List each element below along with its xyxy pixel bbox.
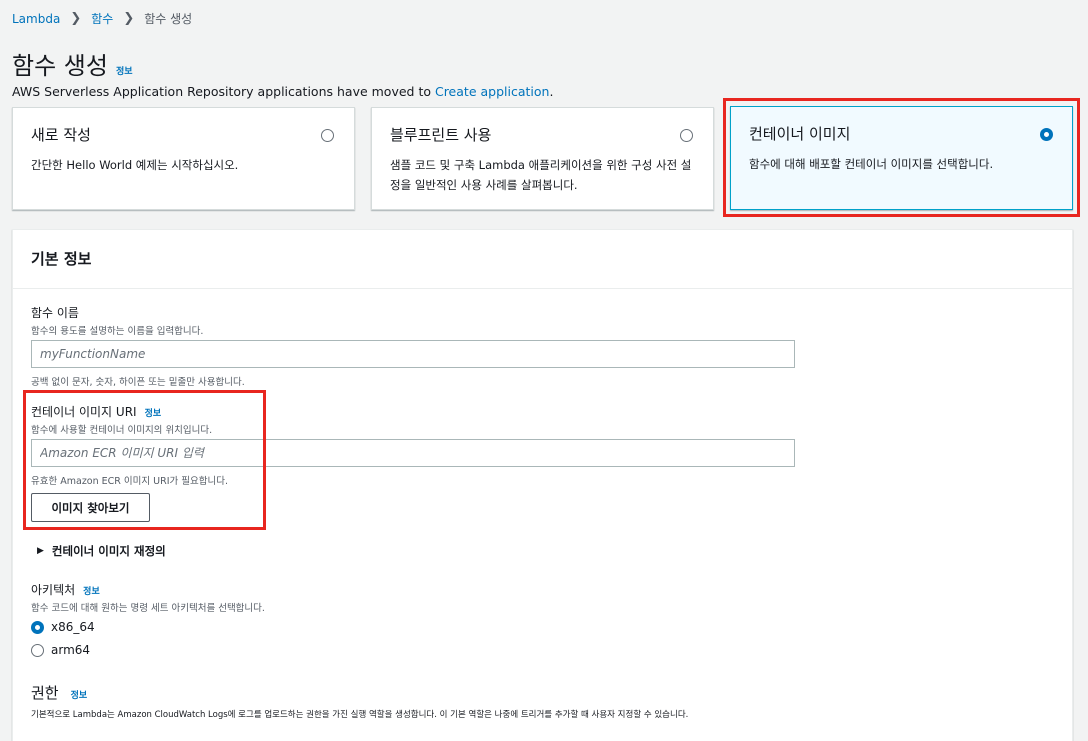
- function-name-desc: 함수의 용도를 설명하는 이름을 입력합니다.: [31, 326, 204, 337]
- title-info-link[interactable]: 정보: [116, 64, 133, 77]
- architecture-option-label: x86_64: [51, 620, 95, 634]
- function-name-label: 함수 이름: [31, 306, 79, 320]
- expander-label: 컨테이너 이미지 재정의: [51, 544, 166, 558]
- breadcrumb-lambda[interactable]: Lambda: [12, 12, 60, 26]
- option-radio-selected[interactable]: [1040, 128, 1053, 141]
- radio-unselected[interactable]: [31, 643, 44, 657]
- image-uri-desc: 함수에 사용할 컨테이너 이미지의 위치입니다.: [31, 425, 213, 436]
- function-name-hint: 공백 없이 문자, 숫자, 하이픈 또는 밑줄만 사용합니다.: [31, 377, 245, 388]
- image-uri-label-text: 컨테이너 이미지 URI: [31, 405, 137, 419]
- chevron-right-icon: ❯: [70, 11, 82, 26]
- image-uri-info-link[interactable]: 정보: [145, 406, 162, 419]
- page-title-text: 함수 생성: [12, 52, 108, 80]
- option-desc: 함수에 대해 배포할 컨테이너 이미지를 선택합니다.: [749, 157, 994, 171]
- option-desc: 샘플 코드 및 구축 Lambda 애플리케이션을 위한 구성 사전 설정을 일…: [390, 158, 692, 192]
- architecture-desc: 함수 코드에 대해 원하는 명령 세트 아키텍처를 선택합니다.: [31, 603, 265, 614]
- chevron-right-icon: ❯: [123, 11, 135, 26]
- container-image-override-expander[interactable]: ▶ 컨테이너 이미지 재정의: [37, 543, 166, 559]
- breadcrumb-current: 함수 생성: [144, 12, 193, 26]
- option-radio[interactable]: [680, 129, 693, 142]
- option-radio[interactable]: [321, 129, 334, 142]
- option-title: 새로 작성: [31, 126, 91, 144]
- page-title: 함수 생성 정보: [12, 46, 133, 81]
- architecture-option-arm64[interactable]: arm64: [31, 643, 90, 657]
- moved-note-text: AWS Serverless Application Repository ap…: [12, 84, 435, 99]
- option-title: 컨테이너 이미지: [749, 125, 851, 143]
- architecture-info-link[interactable]: 정보: [83, 584, 100, 597]
- option-container-image[interactable]: 컨테이너 이미지 함수에 대해 배포할 컨테이너 이미지를 선택합니다.: [730, 106, 1073, 210]
- caret-right-icon: ▶: [37, 546, 44, 556]
- moved-note: AWS Serverless Application Repository ap…: [12, 84, 553, 99]
- breadcrumb-functions[interactable]: 함수: [91, 10, 113, 27]
- permissions-info-link[interactable]: 정보: [71, 688, 88, 701]
- radio-selected[interactable]: [31, 620, 44, 634]
- permissions-section: 권한 정보: [31, 682, 87, 703]
- permissions-desc: 기본적으로 Lambda는 Amazon CloudWatch Logs에 로그…: [31, 710, 689, 720]
- create-application-link[interactable]: Create application: [435, 84, 549, 99]
- image-uri-label: 컨테이너 이미지 URI 정보: [31, 403, 161, 420]
- option-title: 블루프린트 사용: [390, 126, 492, 144]
- architecture-label: 아키텍처 정보: [31, 581, 100, 598]
- option-use-blueprint[interactable]: 블루프린트 사용 샘플 코드 및 구축 Lambda 애플리케이션을 위한 구성…: [371, 107, 714, 210]
- image-uri-input[interactable]: [31, 439, 795, 467]
- option-author-from-scratch[interactable]: 새로 작성 간단한 Hello World 예제는 시작하십시오.: [12, 107, 355, 210]
- basic-info-panel: 기본 정보 함수 이름 함수의 용도를 설명하는 이름을 입력합니다. 공백 없…: [12, 229, 1073, 741]
- option-desc: 간단한 Hello World 예제는 시작하십시오.: [31, 158, 239, 172]
- architecture-option-x86[interactable]: x86_64: [31, 620, 95, 634]
- function-name-input[interactable]: [31, 340, 795, 368]
- breadcrumb: Lambda ❯ 함수 ❯ 함수 생성: [12, 10, 192, 27]
- architecture-label-text: 아키텍처: [31, 583, 76, 597]
- moved-note-suffix: .: [549, 84, 554, 99]
- browse-images-button[interactable]: 이미지 찾아보기: [31, 493, 150, 522]
- image-uri-hint: 유효한 Amazon ECR 이미지 URI가 필요합니다.: [31, 476, 228, 487]
- panel-header: 기본 정보: [13, 230, 1072, 289]
- permissions-title: 권한: [31, 684, 59, 702]
- architecture-option-label: arm64: [51, 643, 91, 657]
